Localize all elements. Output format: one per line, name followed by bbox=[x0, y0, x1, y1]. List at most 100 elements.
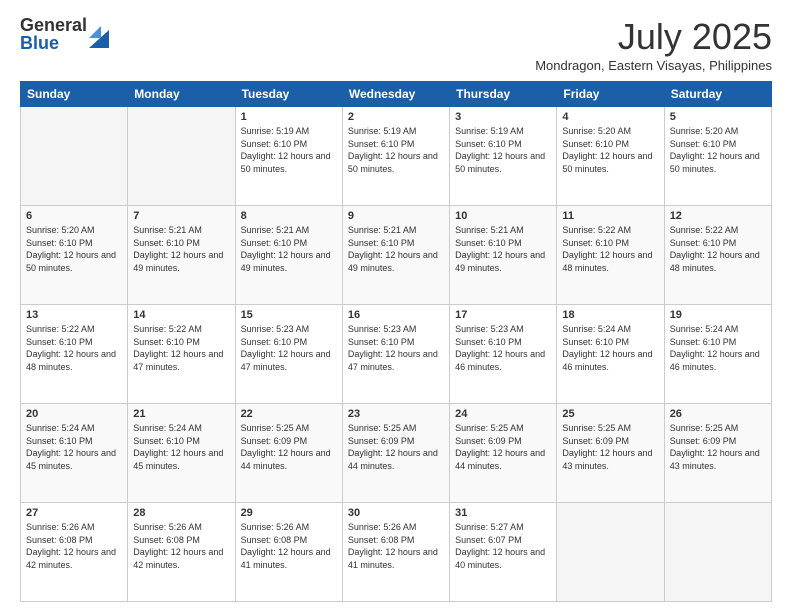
calendar-cell: 9Sunrise: 5:21 AM Sunset: 6:10 PM Daylig… bbox=[342, 206, 449, 305]
logo-text: General Blue bbox=[20, 16, 87, 52]
day-number: 10 bbox=[455, 210, 551, 222]
day-info: Sunrise: 5:19 AM Sunset: 6:10 PM Dayligh… bbox=[348, 125, 444, 175]
day-info: Sunrise: 5:27 AM Sunset: 6:07 PM Dayligh… bbox=[455, 521, 551, 571]
calendar-cell: 5 Sunrise: 5:20 AM Sunset: 6:10 PM Daylig… bbox=[664, 107, 771, 206]
calendar-cell: 11 Sunrise: 5:22 AM Sunset: 6:10 PM Dayli… bbox=[557, 206, 664, 305]
calendar-week-row: 13 Sunrise: 5:22 AM Sunset: 6:10 PM Dayli… bbox=[21, 305, 772, 404]
day-info: Sunrise: 5:24 AM Sunset: 6:10 PM Dayligh… bbox=[562, 323, 658, 373]
day-info: Sunrise: 5:23 AM Sunset: 6:10 PM Dayligh… bbox=[455, 323, 551, 373]
day-number: 12 bbox=[670, 210, 766, 222]
day-info: Sunrise: 5:20 AM Sunset: 6:10 PM Dayligh… bbox=[562, 125, 658, 175]
day-info: Sunrise: 5:25 AM Sunset: 6:09 PM Dayligh… bbox=[562, 422, 658, 472]
day-info: Sunrise: 5:25 AM Sunset: 6:09 PM Dayligh… bbox=[670, 422, 766, 472]
calendar-cell: 16Sunrise: 5:23 AM Sunset: 6:10 PM Dayli… bbox=[342, 305, 449, 404]
day-number: 1 bbox=[241, 111, 337, 123]
calendar-cell bbox=[664, 503, 771, 602]
day-info: Sunrise: 5:26 AM Sunset: 6:08 PM Dayligh… bbox=[26, 521, 122, 571]
weekday-header: Sunday bbox=[21, 82, 128, 107]
calendar-week-row: 27Sunrise: 5:26 AM Sunset: 6:08 PM Dayli… bbox=[21, 503, 772, 602]
calendar-cell bbox=[128, 107, 235, 206]
day-number: 28 bbox=[133, 507, 229, 519]
day-info: Sunrise: 5:25 AM Sunset: 6:09 PM Dayligh… bbox=[348, 422, 444, 472]
day-number: 13 bbox=[26, 309, 122, 321]
day-number: 3 bbox=[455, 111, 551, 123]
calendar-cell: 26 Sunrise: 5:25 AM Sunset: 6:09 PM Dayli… bbox=[664, 404, 771, 503]
title-block: July 2025 Mondragon, Eastern Visayas, Ph… bbox=[535, 16, 772, 73]
day-info: Sunrise: 5:26 AM Sunset: 6:08 PM Dayligh… bbox=[241, 521, 337, 571]
calendar-cell: 6 Sunrise: 5:20 AM Sunset: 6:10 PM Daylig… bbox=[21, 206, 128, 305]
day-number: 6 bbox=[26, 210, 122, 222]
day-info: Sunrise: 5:23 AM Sunset: 6:10 PM Dayligh… bbox=[241, 323, 337, 373]
day-number: 29 bbox=[241, 507, 337, 519]
day-info: Sunrise: 5:20 AM Sunset: 6:10 PM Dayligh… bbox=[670, 125, 766, 175]
day-info: Sunrise: 5:24 AM Sunset: 6:10 PM Dayligh… bbox=[133, 422, 229, 472]
calendar-cell: 29 Sunrise: 5:26 AM Sunset: 6:08 PM Dayli… bbox=[235, 503, 342, 602]
day-number: 15 bbox=[241, 309, 337, 321]
logo-general: General bbox=[20, 16, 87, 34]
day-number: 31 bbox=[455, 507, 551, 519]
day-info: Sunrise: 5:21 AM Sunset: 6:10 PM Dayligh… bbox=[133, 224, 229, 274]
day-info: Sunrise: 5:19 AM Sunset: 6:10 PM Dayligh… bbox=[241, 125, 337, 175]
day-info: Sunrise: 5:22 AM Sunset: 6:10 PM Dayligh… bbox=[26, 323, 122, 373]
day-number: 4 bbox=[562, 111, 658, 123]
location: Mondragon, Eastern Visayas, Philippines bbox=[535, 58, 772, 73]
weekday-header: Saturday bbox=[664, 82, 771, 107]
calendar-week-row: 20Sunrise: 5:24 AM Sunset: 6:10 PM Dayli… bbox=[21, 404, 772, 503]
weekday-header: Wednesday bbox=[342, 82, 449, 107]
page: General Blue July 2025 Mondragon, Easter… bbox=[0, 0, 792, 612]
day-info: Sunrise: 5:24 AM Sunset: 6:10 PM Dayligh… bbox=[670, 323, 766, 373]
logo: General Blue bbox=[20, 16, 109, 52]
day-info: Sunrise: 5:26 AM Sunset: 6:08 PM Dayligh… bbox=[348, 521, 444, 571]
calendar-cell: 21 Sunrise: 5:24 AM Sunset: 6:10 PM Dayli… bbox=[128, 404, 235, 503]
calendar-cell: 22 Sunrise: 5:25 AM Sunset: 6:09 PM Dayli… bbox=[235, 404, 342, 503]
day-number: 16 bbox=[348, 309, 444, 321]
weekday-header: Friday bbox=[557, 82, 664, 107]
day-number: 26 bbox=[670, 408, 766, 420]
day-info: Sunrise: 5:21 AM Sunset: 6:10 PM Dayligh… bbox=[348, 224, 444, 274]
day-number: 17 bbox=[455, 309, 551, 321]
calendar-cell: 18Sunrise: 5:24 AM Sunset: 6:10 PM Dayli… bbox=[557, 305, 664, 404]
calendar-cell: 28 Sunrise: 5:26 AM Sunset: 6:08 PM Dayli… bbox=[128, 503, 235, 602]
day-info: Sunrise: 5:20 AM Sunset: 6:10 PM Dayligh… bbox=[26, 224, 122, 274]
day-info: Sunrise: 5:24 AM Sunset: 6:10 PM Dayligh… bbox=[26, 422, 122, 472]
day-number: 24 bbox=[455, 408, 551, 420]
month-title: July 2025 bbox=[535, 16, 772, 58]
logo-blue: Blue bbox=[20, 34, 87, 52]
calendar-cell: 17 Sunrise: 5:23 AM Sunset: 6:10 PM Dayli… bbox=[450, 305, 557, 404]
day-number: 14 bbox=[133, 309, 229, 321]
day-number: 11 bbox=[562, 210, 658, 222]
day-number: 23 bbox=[348, 408, 444, 420]
day-info: Sunrise: 5:22 AM Sunset: 6:10 PM Dayligh… bbox=[562, 224, 658, 274]
day-info: Sunrise: 5:21 AM Sunset: 6:10 PM Dayligh… bbox=[241, 224, 337, 274]
calendar-cell bbox=[21, 107, 128, 206]
calendar-cell: 13 Sunrise: 5:22 AM Sunset: 6:10 PM Dayli… bbox=[21, 305, 128, 404]
logo-icon bbox=[89, 20, 109, 48]
day-info: Sunrise: 5:21 AM Sunset: 6:10 PM Dayligh… bbox=[455, 224, 551, 274]
calendar-cell: 15 Sunrise: 5:23 AM Sunset: 6:10 PM Dayli… bbox=[235, 305, 342, 404]
calendar-table: SundayMondayTuesdayWednesdayThursdayFrid… bbox=[20, 81, 772, 602]
calendar-cell: 7Sunrise: 5:21 AM Sunset: 6:10 PM Daylig… bbox=[128, 206, 235, 305]
day-number: 2 bbox=[348, 111, 444, 123]
day-number: 22 bbox=[241, 408, 337, 420]
calendar-week-row: 6 Sunrise: 5:20 AM Sunset: 6:10 PM Daylig… bbox=[21, 206, 772, 305]
day-info: Sunrise: 5:22 AM Sunset: 6:10 PM Dayligh… bbox=[133, 323, 229, 373]
calendar-cell: 10 Sunrise: 5:21 AM Sunset: 6:10 PM Dayli… bbox=[450, 206, 557, 305]
day-info: Sunrise: 5:19 AM Sunset: 6:10 PM Dayligh… bbox=[455, 125, 551, 175]
day-number: 5 bbox=[670, 111, 766, 123]
day-info: Sunrise: 5:26 AM Sunset: 6:08 PM Dayligh… bbox=[133, 521, 229, 571]
calendar-cell: 23 Sunrise: 5:25 AM Sunset: 6:09 PM Dayli… bbox=[342, 404, 449, 503]
weekday-header: Thursday bbox=[450, 82, 557, 107]
calendar-cell bbox=[557, 503, 664, 602]
calendar-week-row: 1 Sunrise: 5:19 AM Sunset: 6:10 PM Daylig… bbox=[21, 107, 772, 206]
calendar-cell: 24Sunrise: 5:25 AM Sunset: 6:09 PM Dayli… bbox=[450, 404, 557, 503]
day-number: 8 bbox=[241, 210, 337, 222]
day-info: Sunrise: 5:25 AM Sunset: 6:09 PM Dayligh… bbox=[241, 422, 337, 472]
calendar-cell: 1 Sunrise: 5:19 AM Sunset: 6:10 PM Daylig… bbox=[235, 107, 342, 206]
day-info: Sunrise: 5:22 AM Sunset: 6:10 PM Dayligh… bbox=[670, 224, 766, 274]
calendar-header-row: SundayMondayTuesdayWednesdayThursdayFrid… bbox=[21, 82, 772, 107]
day-number: 25 bbox=[562, 408, 658, 420]
day-number: 21 bbox=[133, 408, 229, 420]
calendar-cell: 19Sunrise: 5:24 AM Sunset: 6:10 PM Dayli… bbox=[664, 305, 771, 404]
calendar-cell: 27Sunrise: 5:26 AM Sunset: 6:08 PM Dayli… bbox=[21, 503, 128, 602]
calendar-cell: 12 Sunrise: 5:22 AM Sunset: 6:10 PM Dayli… bbox=[664, 206, 771, 305]
